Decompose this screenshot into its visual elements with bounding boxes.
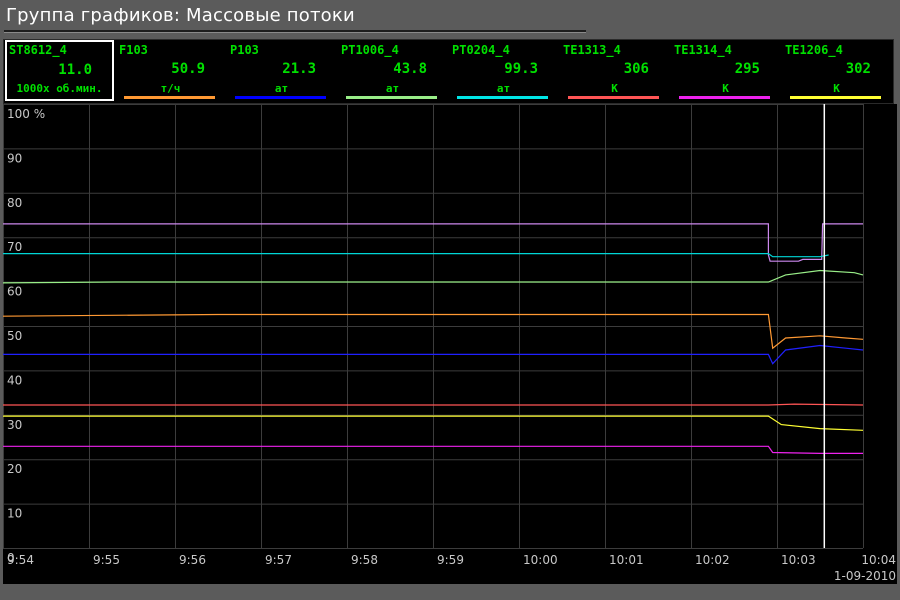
param-tile-f103[interactable]: F103 50.9 т/ч (116, 41, 225, 101)
series-color-bar (679, 96, 770, 99)
series-color-bar (346, 96, 437, 99)
y-tick-label: 90 (7, 151, 22, 165)
title-divider-highlight (4, 32, 586, 33)
param-tile-p103[interactable]: P103 21.3 ат (227, 41, 336, 101)
param-unit: K (611, 82, 618, 95)
x-tick-label: 9:55 (93, 553, 120, 567)
y-tick-label: 30 (7, 418, 22, 432)
param-value: 43.8 (393, 61, 427, 77)
param-unit: ат (274, 82, 289, 95)
y-tick-label: 80 (7, 196, 22, 210)
param-value: 302 (845, 61, 871, 77)
x-tick-label: 9:57 (265, 553, 292, 567)
title-bar: Группа графиков: Массовые потоки (0, 0, 900, 34)
y-tick-label: 20 (7, 462, 22, 476)
series-color-bar (15, 94, 102, 97)
x-tick-label: 10:02 (695, 553, 730, 567)
param-tag: PT0204_4 (452, 43, 510, 57)
param-tag: F103 (119, 43, 148, 57)
series-line (3, 253, 829, 258)
date-label: 1-09-2010 (834, 569, 896, 583)
series-color-bar (235, 96, 326, 99)
x-tick-label: 10:04 (861, 553, 896, 567)
y-tick-label: 60 (7, 285, 22, 299)
param-tag: TE1314_4 (674, 43, 732, 57)
param-tile-te1206[interactable]: TE1206_4 302 K (782, 41, 891, 101)
param-value: 11.0 (58, 62, 92, 78)
param-tag: P103 (230, 43, 259, 57)
param-value: 21.3 (282, 61, 316, 77)
x-tick-label: 10:00 (523, 553, 558, 567)
param-value: 99.3 (504, 61, 538, 77)
window-title: Группа графиков: Массовые потоки (6, 5, 355, 26)
param-unit: т/ч (160, 82, 181, 95)
param-tag: TE1313_4 (563, 43, 621, 57)
param-tile-pt1006[interactable]: PT1006_4 43.8 ат (338, 41, 447, 101)
param-tag: ST8612_4 (9, 43, 67, 57)
param-tile-pt0204[interactable]: PT0204_4 99.3 ат (449, 41, 558, 101)
series-color-bar (124, 96, 215, 99)
param-unit: K (722, 82, 729, 95)
parameter-tiles: ST8612_4 11.0 1000x об.мин. F103 50.9 т/… (3, 39, 894, 104)
y-tick-label: 100 % (7, 107, 45, 121)
x-tick-label: 9:59 (437, 553, 464, 567)
x-tick-label: 9:54 (7, 553, 34, 567)
series-color-bar (457, 96, 548, 99)
y-tick-label: 40 (7, 373, 22, 387)
param-tile-st8612[interactable]: ST8612_4 11.0 1000x об.мин. (5, 40, 114, 101)
y-tick-label: 10 (7, 507, 22, 521)
y-tick-label: 70 (7, 240, 22, 254)
param-tile-te1313[interactable]: TE1313_4 306 K (560, 41, 669, 101)
param-unit: ат (385, 82, 400, 95)
x-tick-label: 9:58 (351, 553, 378, 567)
param-tile-te1314[interactable]: TE1314_4 295 K (671, 41, 780, 101)
param-value: 50.9 (171, 61, 205, 77)
x-tick-label: 9:56 (179, 553, 206, 567)
x-tick-label: 10:03 (781, 553, 816, 567)
trend-chart-svg: 100 %90807060504030201009:54 9:55 9:56 9:57… (3, 104, 896, 583)
param-tag: PT1006_4 (341, 43, 399, 57)
param-tag: TE1206_4 (785, 43, 843, 57)
param-unit: ат (496, 82, 511, 95)
trend-chart[interactable]: 100 % 90 80 70 60 50 40 30 20 10 0 9:54 9:55 9:56 9:57… (3, 104, 897, 584)
series-color-bar (568, 96, 659, 99)
series-color-bar (790, 96, 881, 99)
y-tick-label: 50 (7, 329, 22, 343)
param-unit: K (833, 82, 840, 95)
x-tick-label: 10:01 (609, 553, 644, 567)
param-value: 306 (623, 61, 649, 77)
param-value: 295 (734, 61, 760, 77)
